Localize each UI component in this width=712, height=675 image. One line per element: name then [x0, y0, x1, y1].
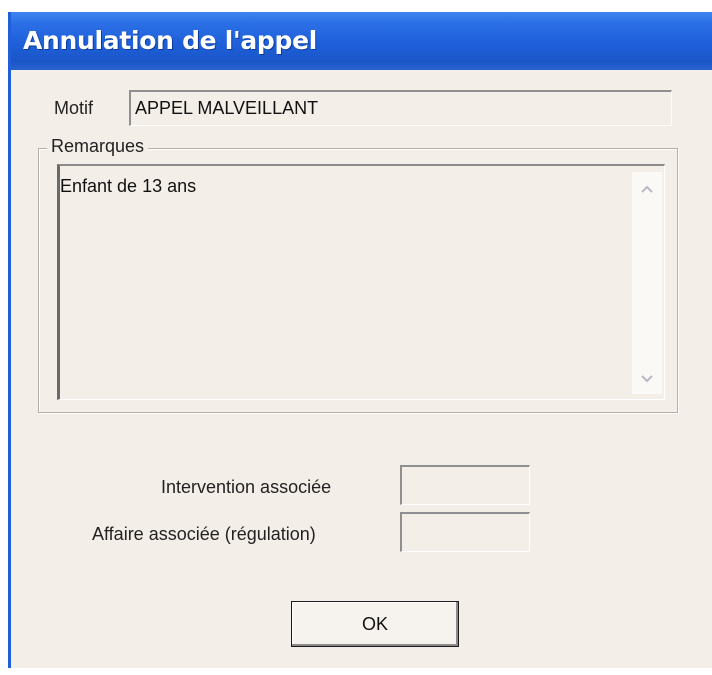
intervention-field[interactable] [400, 465, 530, 505]
chevron-up-icon[interactable] [635, 178, 659, 200]
motif-label: Motif [54, 98, 94, 118]
remarques-scrollbar[interactable] [632, 172, 662, 394]
title-bar[interactable]: Annulation de l'appel [11, 12, 712, 70]
remarques-text: Enfant de 13 ans [60, 176, 197, 196]
motif-field[interactable]: APPEL MALVEILLANT [129, 90, 672, 126]
dialog-title: Annulation de l'appel [23, 26, 318, 55]
remarques-group-label: Remarques [47, 136, 149, 157]
affaire-field[interactable] [400, 512, 530, 552]
cancel-call-dialog: Annulation de l'appel Motif APPEL MALVEI… [8, 12, 712, 668]
remarques-groupbox: Remarques Enfant de 13 ans [38, 136, 678, 413]
affaire-label: Affaire associée (régulation) [92, 524, 316, 544]
intervention-label: Intervention associée [161, 477, 332, 497]
ok-button[interactable]: OK [291, 601, 459, 647]
remarques-textarea[interactable]: Enfant de 13 ans [57, 164, 665, 400]
chevron-down-icon[interactable] [635, 368, 659, 390]
